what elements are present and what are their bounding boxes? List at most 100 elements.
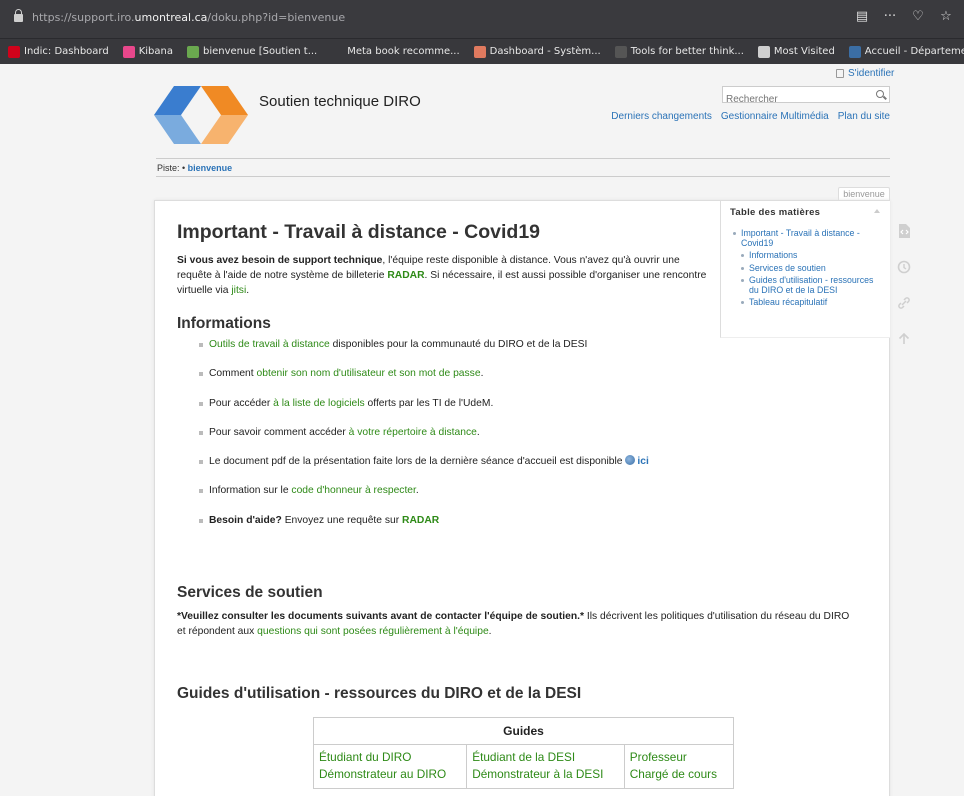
- guide-link[interactable]: Démonstrateur au DIRO: [319, 767, 446, 781]
- address-field[interactable]: https://support.iro.umontreal.ca/doku.ph…: [32, 11, 345, 24]
- bookmark-favicon-icon: [122, 45, 135, 58]
- guide-link[interactable]: Démonstrateur à la DESI: [472, 767, 603, 781]
- diro-logo[interactable]: [154, 86, 248, 144]
- table-cell: Étudiant du DIRO Démonstrateur au DIRO: [312, 744, 468, 789]
- pdf-link[interactable]: ici: [637, 456, 648, 467]
- radar-link[interactable]: RADAR: [387, 270, 424, 281]
- toc-item[interactable]: Important - Travail à distance - Covid19: [733, 228, 883, 248]
- guides-table: Guides Étudiant du DIRO Démonstrateur au …: [312, 717, 735, 789]
- page-actions-icon[interactable]: ···: [882, 9, 898, 24]
- bookmark-star-icon[interactable]: ☆: [938, 9, 954, 24]
- globe-icon: [625, 455, 636, 466]
- page: Soutien technique DIRO S'identifier Dern…: [0, 64, 964, 796]
- login-link[interactable]: S'identifier: [836, 68, 894, 79]
- pocket-icon[interactable]: ♡: [910, 9, 926, 24]
- toc-item[interactable]: Informations: [741, 250, 883, 261]
- bookmark-item[interactable]: Kibana: [122, 45, 173, 58]
- bookmarks-toolbar: Indic: Dashboard Kibana bienvenue [Soutien…: [0, 38, 964, 64]
- site-tools: Derniers changements Gestionnaire Multim…: [611, 111, 890, 122]
- toc-item[interactable]: Guides d'utilisation - ressources du DIR…: [741, 275, 883, 295]
- media-manager-link[interactable]: Gestionnaire Multimédia: [721, 111, 829, 122]
- bookmark-label: bienvenue [Soutien t...: [203, 46, 318, 57]
- toc-list: Important - Travail à distance - Covid19…: [733, 228, 883, 311]
- informations-heading: Informations: [177, 315, 271, 332]
- show-source-icon[interactable]: [897, 224, 911, 238]
- services-heading: Services de soutien: [177, 584, 323, 601]
- breadcrumb-link[interactable]: bienvenue: [188, 163, 233, 173]
- table-header: Guides: [313, 717, 734, 745]
- informations-list: Outils de travail à distance disponibles…: [197, 338, 717, 543]
- bookmark-item[interactable]: bienvenue [Soutien t...: [187, 45, 318, 58]
- list-item: Information sur le code d'honneur à resp…: [197, 484, 717, 513]
- bookmark-favicon-icon: [8, 45, 20, 58]
- browser-url-bar: https://support.iro.umontreal.ca/doku.ph…: [0, 0, 964, 38]
- guides-heading: Guides d'utilisation - ressources du DIR…: [177, 685, 582, 702]
- guide-link[interactable]: Professeur: [630, 750, 687, 764]
- remote-directory-link[interactable]: à votre répertoire à distance: [349, 427, 477, 438]
- bookmark-label: Most Visited: [773, 46, 835, 57]
- bookmark-favicon-icon: [757, 45, 770, 58]
- bookmark-label: Kibana: [138, 46, 173, 57]
- backlinks-icon[interactable]: [897, 296, 911, 310]
- table-cell: Étudiant de la DESI Démonstrateur à la DE…: [466, 744, 625, 789]
- toc-item[interactable]: Tableau récapitulatif: [741, 297, 883, 308]
- page-title: Important - Travail à distance - Covid19: [177, 221, 541, 243]
- lock-icon: [14, 9, 23, 22]
- page-id-tab: bienvenue: [838, 187, 890, 201]
- bookmark-favicon-icon: [331, 45, 344, 58]
- toc-item[interactable]: Services de soutien: [741, 263, 883, 274]
- bookmark-item[interactable]: Tools for better think...: [614, 45, 744, 58]
- honor-code-link[interactable]: code d'honneur à respecter: [291, 485, 415, 496]
- toc-title: Table des matières: [730, 207, 821, 218]
- guide-link[interactable]: Chargé de cours: [630, 767, 717, 781]
- divider: [156, 176, 890, 177]
- list-item: Le document pdf de la présentation faite…: [197, 455, 717, 484]
- url-domain: umontreal.ca: [134, 11, 208, 24]
- bookmark-item[interactable]: Dashboard - Systèm...: [473, 45, 601, 58]
- search-box: [722, 86, 890, 107]
- bookmark-label: Indic: Dashboard: [24, 46, 109, 57]
- software-list-link[interactable]: à la liste de logiciels: [273, 398, 365, 409]
- list-item: Pour savoir comment accéder à votre répe…: [197, 426, 717, 455]
- back-to-top-icon[interactable]: [897, 332, 911, 346]
- bookmark-favicon-icon: [473, 45, 486, 58]
- bookmark-label: Tools for better think...: [630, 46, 744, 57]
- reader-view-icon[interactable]: ▤: [854, 9, 870, 24]
- bookmark-item[interactable]: Accueil - Départeme...: [848, 45, 964, 58]
- guide-link[interactable]: Étudiant de la DESI: [472, 750, 575, 764]
- search-icon[interactable]: [876, 90, 884, 98]
- list-item: Pour accéder à la liste de logiciels off…: [197, 397, 717, 426]
- bookmark-label: Meta book recomme...: [347, 46, 460, 57]
- toc-collapse-icon[interactable]: [874, 209, 880, 213]
- recent-changes-link[interactable]: Derniers changements: [611, 111, 712, 122]
- site-title[interactable]: Soutien technique DIRO: [259, 93, 421, 110]
- sitemap-link[interactable]: Plan du site: [838, 111, 890, 122]
- bookmark-item[interactable]: Indic: Dashboard: [8, 45, 109, 58]
- list-item: Comment obtenir son nom d'utilisateur et…: [197, 367, 717, 396]
- list-item: Outils de travail à distance disponibles…: [197, 338, 717, 367]
- bookmark-favicon-icon: [187, 45, 199, 58]
- divider: [156, 158, 890, 159]
- remote-tools-link[interactable]: Outils de travail à distance: [209, 339, 330, 350]
- faq-link[interactable]: questions qui sont posées régulièrement …: [257, 626, 489, 637]
- breadcrumb: Piste: • bienvenue: [157, 163, 233, 173]
- guide-link[interactable]: Étudiant du DIRO: [319, 750, 411, 764]
- bookmark-item[interactable]: Most Visited: [757, 45, 835, 58]
- revisions-icon[interactable]: [897, 260, 911, 274]
- intro-paragraph: Si vous avez besoin de support technique…: [177, 255, 707, 296]
- table-of-contents: Table des matières Important - Travail à…: [720, 201, 890, 338]
- services-paragraph: *Veuillez consulter les documents suivan…: [177, 611, 850, 637]
- credentials-link[interactable]: obtenir son nom d'utilisateur et son mot…: [257, 368, 481, 379]
- article-content: Table des matières Important - Travail à…: [154, 200, 890, 796]
- search-input[interactable]: [723, 92, 868, 107]
- login-icon: [836, 69, 844, 78]
- bookmark-item[interactable]: Meta book recomme...: [331, 45, 460, 58]
- jitsi-link[interactable]: jitsi: [231, 285, 246, 296]
- table-cell: Professeur Chargé de cours: [623, 744, 735, 789]
- radar-help-link[interactable]: RADAR: [402, 515, 439, 526]
- bookmark-label: Dashboard - Systèm...: [489, 46, 601, 57]
- list-item: Besoin d'aide? Envoyez une requête sur R…: [197, 514, 717, 543]
- login-label: S'identifier: [848, 68, 895, 79]
- bookmark-label: Accueil - Départeme...: [864, 46, 964, 57]
- bookmark-favicon-icon: [614, 45, 627, 58]
